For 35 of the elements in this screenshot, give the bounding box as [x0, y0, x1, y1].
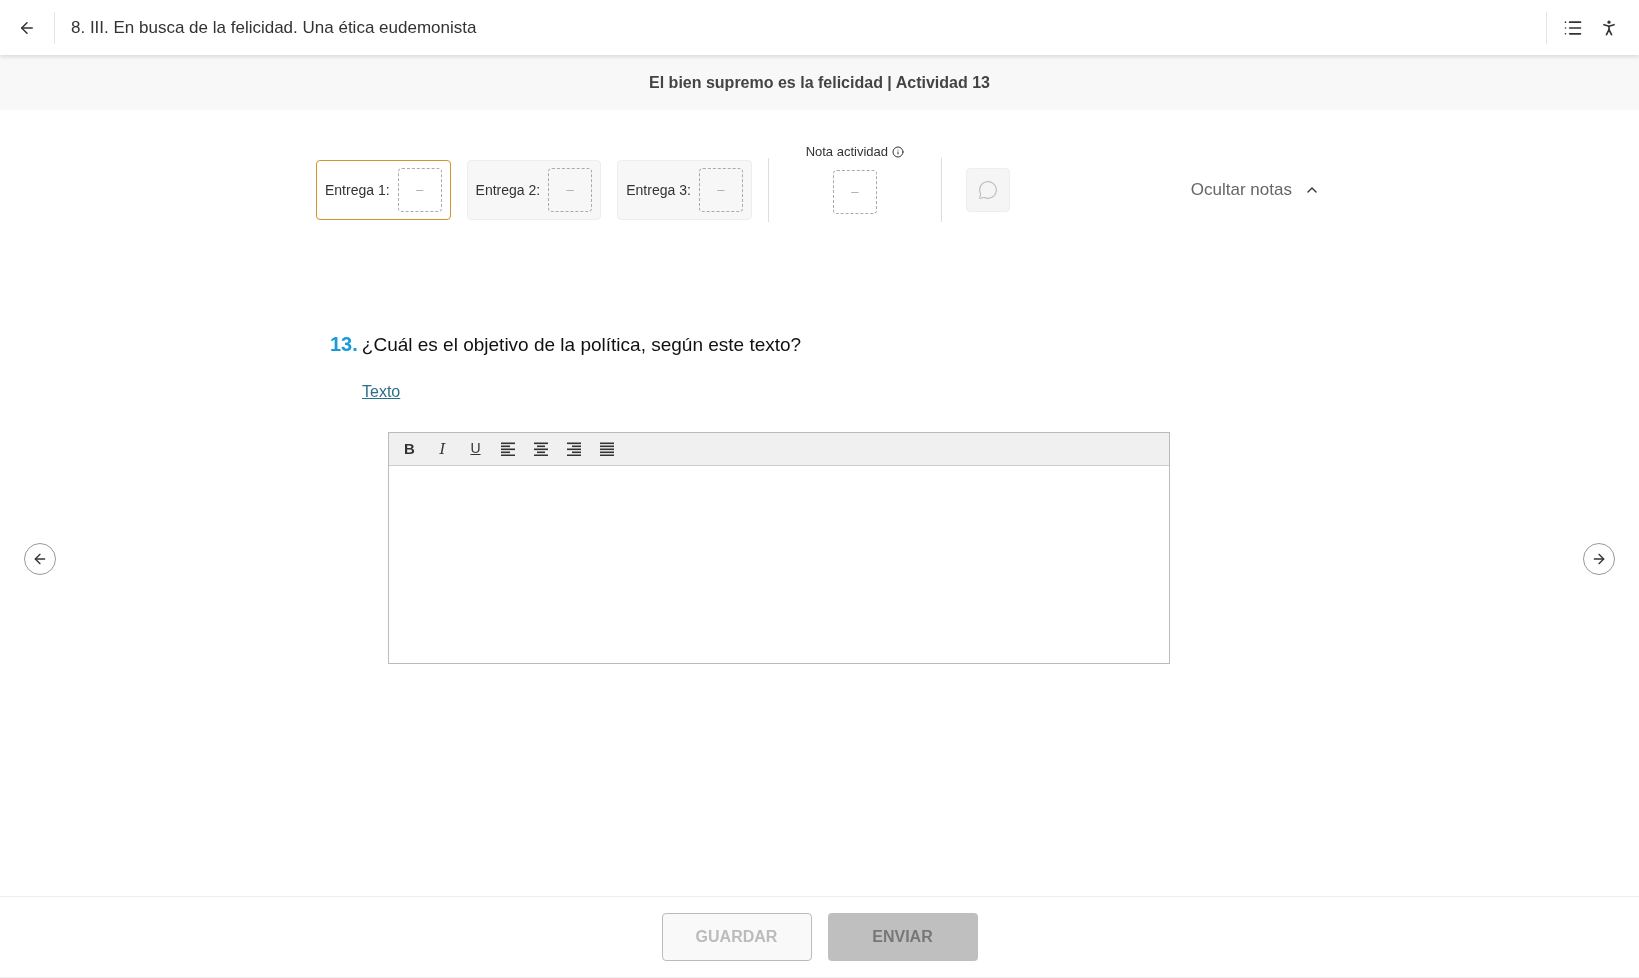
submission-grade[interactable]: Entrega 2: –	[466, 160, 602, 220]
align-left-icon	[500, 441, 516, 456]
justify-button[interactable]	[599, 441, 616, 456]
grade-value: –	[397, 168, 442, 212]
grade-value: –	[832, 169, 877, 214]
submission-label: Entrega 3:	[626, 180, 691, 200]
bold-button[interactable]: B	[401, 437, 418, 460]
question-text: ¿Cuál es el objetivo de la política, según este texto?	[361, 333, 802, 358]
submission-grade[interactable]: Entrega 3: –	[617, 160, 752, 220]
text-link[interactable]: Texto	[362, 379, 401, 404]
hide-grades-toggle[interactable]: Ocultar notas	[1190, 177, 1320, 203]
speech-bubble-icon	[977, 180, 998, 200]
align-right-icon	[566, 441, 582, 456]
info-icon[interactable]	[892, 146, 904, 158]
submission-grade[interactable]: Entrega 1: –	[316, 160, 451, 220]
page-title: 8. III. En busca de la felicidad. Una ética eudemonista	[71, 16, 477, 39]
submission-label: Entrega 1:	[325, 180, 390, 200]
previous-button[interactable]	[24, 543, 56, 575]
justify-icon	[599, 441, 615, 456]
rich-text-editor[interactable]: B I U	[388, 431, 1170, 664]
grade-value: –	[698, 168, 743, 212]
next-button[interactable]	[1583, 543, 1615, 575]
align-center-button[interactable]	[533, 441, 550, 456]
right-arrow-icon	[1591, 551, 1607, 567]
left-arrow-icon	[32, 551, 48, 567]
italic-button[interactable]: I	[434, 437, 451, 460]
activity-grade-label: Nota actividad	[805, 143, 888, 162]
question-number: 13.	[330, 332, 358, 358]
grade-value: –	[548, 168, 593, 212]
activity-title-bar: El bien supremo es la felicidad | Actividad 13	[0, 55, 1639, 110]
align-right-button[interactable]	[566, 441, 583, 456]
submission-label: Entrega 2:	[475, 180, 541, 200]
underline-button[interactable]: U	[467, 438, 484, 460]
align-center-icon	[533, 441, 549, 456]
align-left-button[interactable]	[500, 441, 517, 456]
